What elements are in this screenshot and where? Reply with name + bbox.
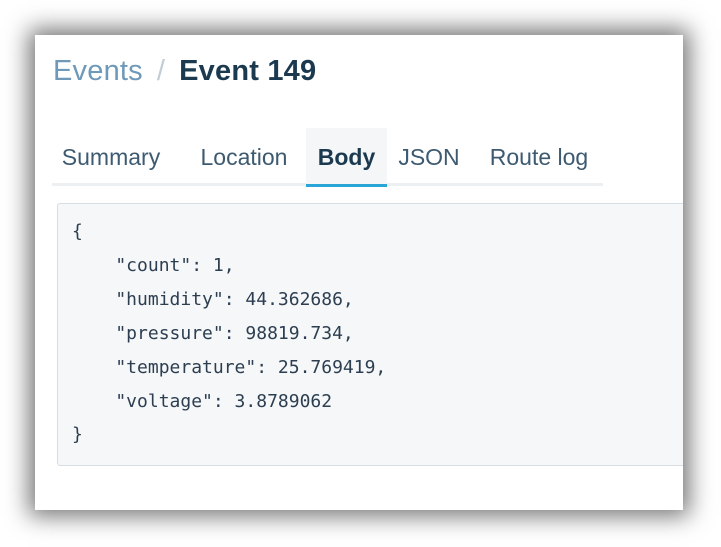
code-line: "temperature": 25.769419, [72, 357, 387, 378]
code-line: "voltage": 3.8789062 [72, 391, 333, 412]
event-detail-card: Events / Event 149 Summary Location Body J… [35, 35, 683, 510]
code-line: "pressure": 98819.734, [72, 323, 354, 344]
breadcrumb: Events / Event 149 [53, 55, 316, 88]
code-line: } [72, 424, 83, 445]
breadcrumb-separator: / [156, 55, 166, 87]
tab-bar: Summary Location Body JSON Route log [52, 128, 603, 187]
tab-json[interactable]: JSON [395, 128, 463, 184]
tab-body[interactable]: Body [306, 128, 387, 187]
breadcrumb-events-link[interactable]: Events [53, 55, 143, 87]
event-body-code-panel: { "count": 1, "humidity": 44.362686, "pr… [57, 203, 683, 466]
tab-location[interactable]: Location [185, 128, 303, 184]
code-line: "humidity": 44.362686, [72, 289, 354, 310]
tab-summary[interactable]: Summary [52, 128, 170, 184]
code-line: "count": 1, [72, 255, 235, 276]
code-line: { [72, 221, 83, 242]
screenshot-canvas: Events / Event 149 Summary Location Body J… [0, 0, 721, 547]
tab-route-log[interactable]: Route log [482, 128, 596, 184]
page-title: Event 149 [179, 55, 317, 87]
